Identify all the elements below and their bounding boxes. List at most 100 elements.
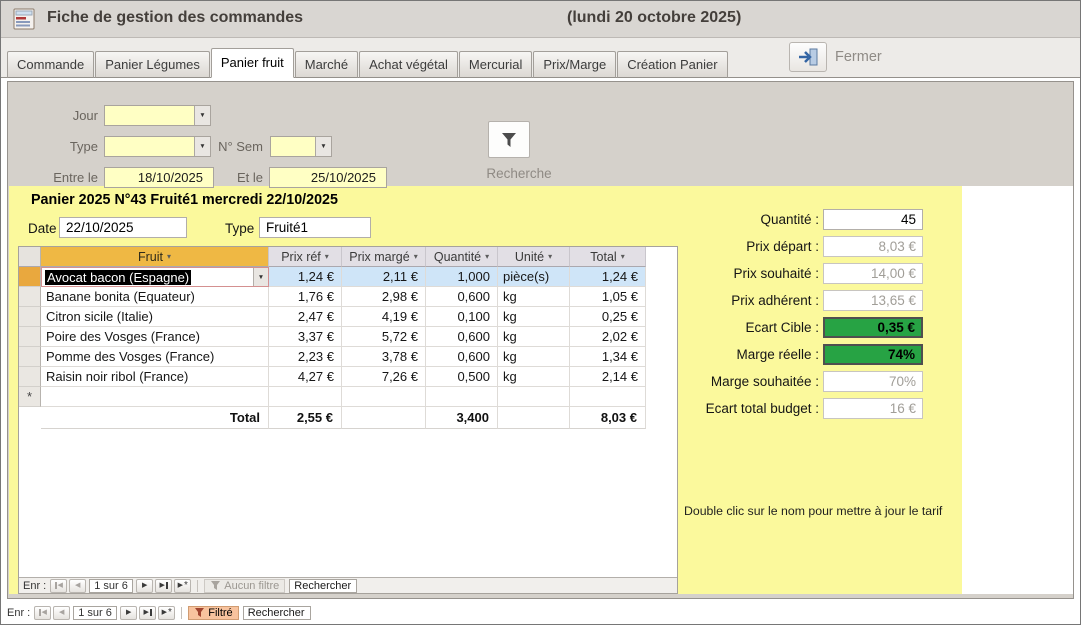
cell-fruit[interactable]: Poire des Vosges (France): [41, 327, 269, 347]
column-header-prix-marge[interactable]: Prix margé▾: [342, 247, 426, 267]
divider: [197, 580, 198, 592]
cell-fruit[interactable]: Citron sicile (Italie): [41, 307, 269, 327]
cell-quantite[interactable]: 0,600: [426, 327, 498, 347]
page-title: Fiche de gestion des commandes: [47, 9, 303, 27]
cell-unite[interactable]: kg: [498, 347, 570, 367]
cell-prix-marge[interactable]: 5,72 €: [342, 327, 426, 347]
recherche-button[interactable]: [488, 121, 530, 158]
total-prix-marge: [342, 407, 426, 429]
tab-marche[interactable]: Marché: [295, 51, 358, 78]
row-selector[interactable]: [19, 327, 41, 347]
empty-cell[interactable]: [570, 387, 646, 407]
header-date: (lundi 20 octobre 2025): [567, 9, 741, 27]
main-search-box[interactable]: Rechercher: [243, 606, 311, 620]
cell-fruit[interactable]: Pomme des Vosges (France): [41, 347, 269, 367]
date-from-field[interactable]: 18/10/2025: [104, 167, 214, 188]
cell-quantite[interactable]: 0,600: [426, 347, 498, 367]
tab-commande[interactable]: Commande: [7, 51, 94, 78]
row-selector[interactable]: [19, 287, 41, 307]
fruit-combo-editing[interactable]: Avocat bacon (Espagne)▼: [41, 267, 269, 287]
entre-le-label: Entre le: [18, 170, 98, 185]
new-record-button[interactable]: ▶*: [174, 579, 191, 593]
select-all-corner[interactable]: [19, 247, 41, 267]
column-header-prix-ref[interactable]: Prix réf▾: [269, 247, 342, 267]
cell-total[interactable]: 0,25 €: [570, 307, 646, 327]
cell-prix-marge[interactable]: 2,98 €: [342, 287, 426, 307]
new-record-row-selector[interactable]: *: [19, 387, 41, 407]
panier-date-field[interactable]: 22/10/2025: [59, 217, 187, 238]
subform-search-box[interactable]: Rechercher: [289, 579, 357, 593]
first-record-button[interactable]: ◀: [34, 606, 51, 620]
tab-panier-legumes[interactable]: Panier Légumes: [95, 51, 210, 78]
cell-prix-ref[interactable]: 2,47 €: [269, 307, 342, 327]
new-record-button[interactable]: ▶*: [158, 606, 175, 620]
first-record-button[interactable]: ◀: [50, 579, 67, 593]
empty-cell[interactable]: [426, 387, 498, 407]
record-position[interactable]: 1 sur 6: [73, 606, 117, 620]
last-record-button[interactable]: ▶: [139, 606, 156, 620]
cell-unite[interactable]: kg: [498, 367, 570, 387]
tab-prix-marge[interactable]: Prix/Marge: [533, 51, 616, 78]
tab-achat-vegetal[interactable]: Achat végétal: [359, 51, 458, 78]
type-combobox[interactable]: ▼: [104, 136, 211, 157]
cell-quantite[interactable]: 1,000: [426, 267, 498, 287]
filter-status-text: Aucun filtre: [224, 580, 279, 592]
record-position[interactable]: 1 sur 6: [89, 579, 133, 593]
filtered-indicator[interactable]: Filtré: [188, 606, 238, 620]
row-selector[interactable]: [19, 347, 41, 367]
record-label: Enr :: [7, 607, 30, 619]
cell-quantite[interactable]: 0,100: [426, 307, 498, 327]
row-selector[interactable]: [19, 367, 41, 387]
previous-record-button[interactable]: ◀: [53, 606, 70, 620]
cell-prix-marge[interactable]: 2,11 €: [342, 267, 426, 287]
semaine-combobox[interactable]: ▼: [270, 136, 332, 157]
cell-total[interactable]: 2,14 €: [570, 367, 646, 387]
quantite-field[interactable]: 45: [823, 209, 923, 230]
empty-cell[interactable]: [269, 387, 342, 407]
cell-prix-marge[interactable]: 7,26 €: [342, 367, 426, 387]
cell-prix-ref[interactable]: 3,37 €: [269, 327, 342, 347]
next-record-button[interactable]: ▶: [120, 606, 137, 620]
cell-unite[interactable]: kg: [498, 327, 570, 347]
cell-unite[interactable]: kg: [498, 287, 570, 307]
cell-fruit[interactable]: Raisin noir ribol (France): [41, 367, 269, 387]
cell-quantite[interactable]: 0,500: [426, 367, 498, 387]
fermer-button[interactable]: [789, 42, 827, 72]
tab-panier-fruit[interactable]: Panier fruit: [211, 48, 294, 78]
empty-cell[interactable]: [498, 387, 570, 407]
cell-unite[interactable]: pièce(s): [498, 267, 570, 287]
cell-total[interactable]: 2,02 €: [570, 327, 646, 347]
column-header-quantite[interactable]: Quantité▾: [426, 247, 498, 267]
cell-total[interactable]: 1,24 €: [570, 267, 646, 287]
tab-creation-panier[interactable]: Création Panier: [617, 51, 727, 78]
type-filter-label: Type: [18, 139, 98, 154]
cell-total[interactable]: 1,34 €: [570, 347, 646, 367]
chevron-down-icon[interactable]: ▼: [194, 106, 210, 125]
empty-cell[interactable]: [41, 387, 269, 407]
jour-combobox[interactable]: ▼: [104, 105, 211, 126]
cell-prix-ref[interactable]: 2,23 €: [269, 347, 342, 367]
tab-mercurial[interactable]: Mercurial: [459, 51, 532, 78]
row-selector[interactable]: [19, 307, 41, 327]
row-selector[interactable]: [19, 267, 41, 287]
cell-prix-marge[interactable]: 4,19 €: [342, 307, 426, 327]
column-header-unite[interactable]: Unité▾: [498, 247, 570, 267]
cell-prix-marge[interactable]: 3,78 €: [342, 347, 426, 367]
last-record-button[interactable]: ▶: [155, 579, 172, 593]
cell-prix-ref[interactable]: 1,76 €: [269, 287, 342, 307]
column-header-total[interactable]: Total▾: [570, 247, 646, 267]
cell-prix-ref[interactable]: 1,24 €: [269, 267, 342, 287]
date-to-field[interactable]: 25/10/2025: [269, 167, 387, 188]
cell-fruit[interactable]: Banane bonita (Equateur): [41, 287, 269, 307]
column-header-fruit[interactable]: Fruit▾: [41, 247, 269, 267]
cell-quantite[interactable]: 0,600: [426, 287, 498, 307]
previous-record-button[interactable]: ◀: [69, 579, 86, 593]
cell-prix-ref[interactable]: 4,27 €: [269, 367, 342, 387]
cell-unite[interactable]: kg: [498, 307, 570, 327]
no-filter-indicator[interactable]: Aucun filtre: [204, 579, 285, 593]
next-record-button[interactable]: ▶: [136, 579, 153, 593]
panier-type-field[interactable]: Fruité1: [259, 217, 371, 238]
empty-cell[interactable]: [342, 387, 426, 407]
chevron-down-icon[interactable]: ▼: [315, 137, 331, 156]
cell-total[interactable]: 1,05 €: [570, 287, 646, 307]
